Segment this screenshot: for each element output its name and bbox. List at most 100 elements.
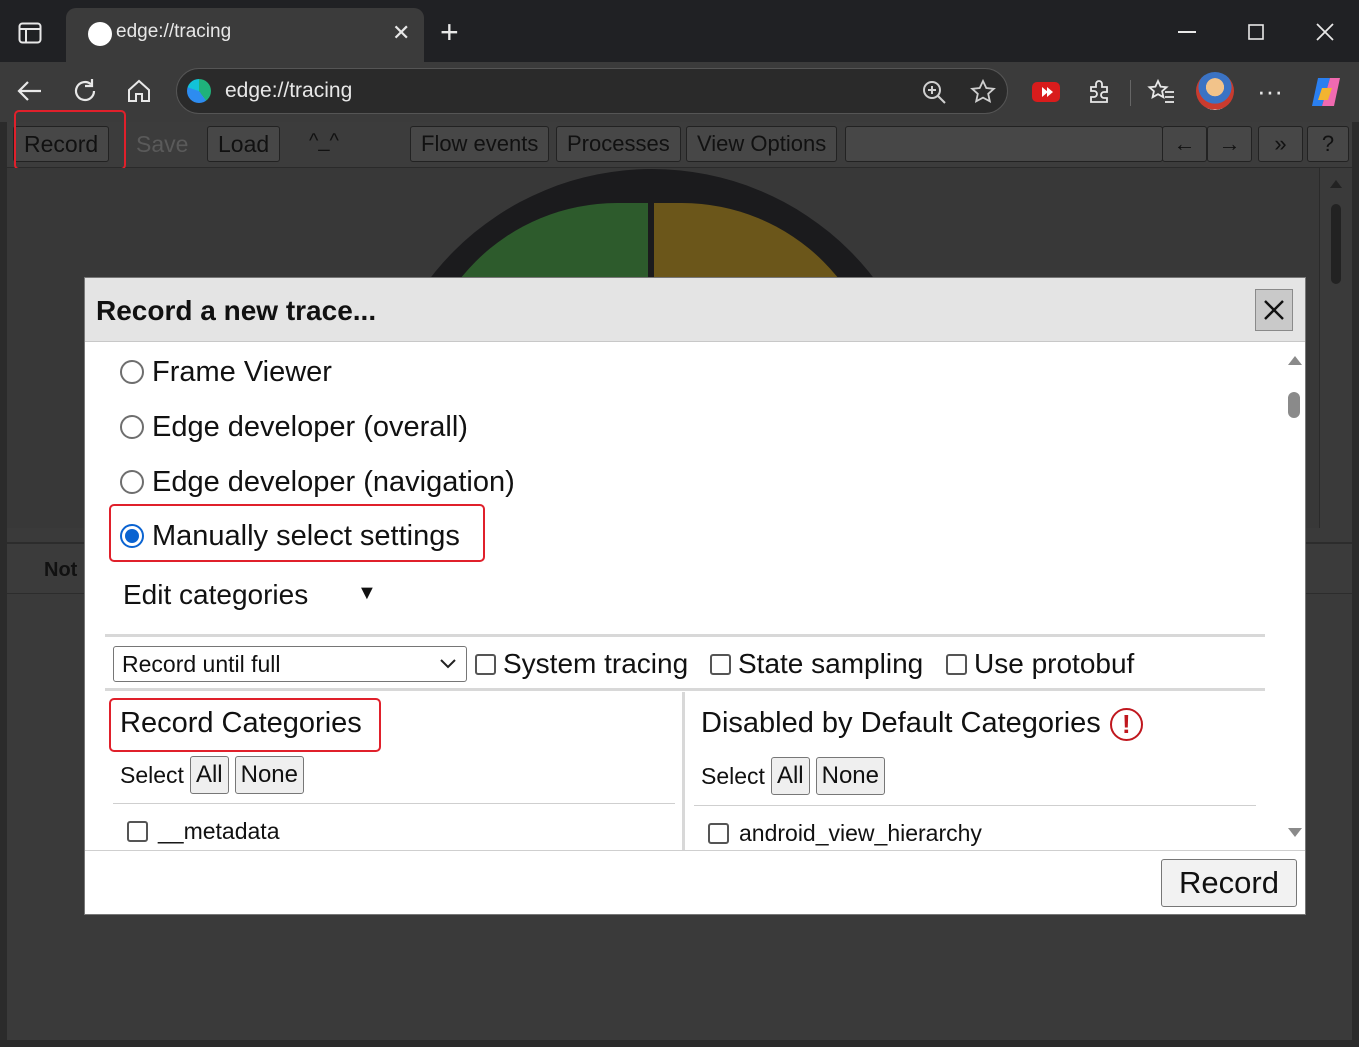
radio-edge-overall[interactable]	[120, 415, 144, 439]
address-bar[interactable]: edge://tracing	[176, 68, 1008, 114]
preset-label: Edge developer (navigation)	[152, 465, 515, 498]
extension-red-icon[interactable]	[1032, 82, 1060, 102]
state-sampling-checkbox[interactable]	[710, 653, 731, 675]
close-icon	[1264, 300, 1284, 320]
category-item[interactable]: __metadata	[127, 818, 279, 845]
maximize-icon[interactable]	[1248, 24, 1264, 40]
copilot-icon[interactable]	[1309, 76, 1343, 108]
select-none-button[interactable]: None	[815, 757, 885, 795]
record-start-button[interactable]: Record	[1161, 859, 1297, 907]
select-none-button[interactable]: None	[234, 756, 304, 794]
active-tab[interactable]: edge://tracing ✕	[66, 8, 424, 62]
load-toolbar-button[interactable]: Load	[207, 126, 281, 162]
disabled-categories-rule	[694, 805, 1256, 806]
option-label: System tracing	[503, 648, 689, 679]
highlight-manual-settings	[109, 504, 485, 562]
prev-arrow-button[interactable]: ←	[1162, 126, 1207, 162]
search-field[interactable]	[845, 126, 1163, 162]
refresh-icon[interactable]	[71, 77, 99, 105]
zoom-icon[interactable]	[921, 79, 947, 105]
radio-edge-navigation[interactable]	[120, 470, 144, 494]
help-button[interactable]: ?	[1307, 126, 1349, 162]
category-item[interactable]: android_view_hierarchy	[708, 820, 982, 847]
next-arrow-button[interactable]: →	[1207, 126, 1252, 162]
select-label: Select	[120, 761, 184, 788]
divider-middle	[105, 688, 1265, 691]
use-protobuf-option[interactable]: Use protobuf	[946, 646, 1134, 682]
title-bar: edge://tracing ✕ +	[0, 0, 1359, 62]
edge-logo-icon	[187, 79, 211, 103]
column-divider	[682, 692, 685, 850]
preset-edge-overall[interactable]: Edge developer (overall)	[120, 407, 468, 447]
option-label: State sampling	[738, 648, 924, 679]
system-tracing-option[interactable]: System tracing	[475, 646, 688, 682]
scroll-up-icon[interactable]	[1288, 356, 1302, 365]
timeline-scrollbar[interactable]	[1319, 168, 1352, 528]
minimize-icon[interactable]	[1178, 31, 1196, 33]
preset-edge-navigation[interactable]: Edge developer (navigation)	[120, 462, 515, 502]
use-protobuf-checkbox[interactable]	[946, 653, 967, 675]
sidebar-icon[interactable]	[18, 22, 42, 44]
category-label: android_view_hierarchy	[739, 820, 982, 846]
select-label: Select	[701, 762, 765, 789]
scroll-thumb[interactable]	[1288, 392, 1300, 418]
record-categories-rule	[113, 803, 675, 804]
dialog-title: Record a new trace...	[96, 295, 377, 326]
analysis-panel-label: Not	[44, 559, 78, 581]
toolbar-divider	[1130, 80, 1131, 106]
system-tracing-checkbox[interactable]	[475, 653, 496, 675]
chevron-down-icon	[440, 659, 456, 669]
dialog-header: Record a new trace...	[85, 278, 1305, 342]
more-icon[interactable]: ···	[1257, 76, 1283, 107]
select-all-button[interactable]: All	[189, 756, 229, 794]
flow-events-button[interactable]: Flow events	[410, 126, 550, 162]
highlight-record-categories	[109, 698, 381, 752]
state-sampling-option[interactable]: State sampling	[710, 646, 923, 682]
dialog-close-button[interactable]	[1255, 289, 1293, 331]
divider-top	[105, 634, 1265, 637]
preset-label: Frame Viewer	[152, 355, 332, 388]
record-mode-value: Record until full	[122, 651, 281, 677]
extensions-icon[interactable]	[1087, 78, 1113, 104]
disabled-categories-title-text: Disabled by Default Categories	[701, 707, 1101, 739]
preset-frame-viewer[interactable]: Frame Viewer	[120, 352, 332, 392]
disabled-categories-title: Disabled by Default Categories!	[701, 707, 1143, 741]
tab-title: edge://tracing	[116, 21, 232, 42]
tab-favicon-icon	[88, 22, 112, 46]
browser-toolbar: edge://tracing ···	[0, 62, 1359, 122]
tab-close-icon[interactable]: ✕	[392, 20, 410, 46]
scroll-thumb[interactable]	[1331, 204, 1341, 284]
save-toolbar-button: Save	[136, 131, 189, 157]
highlight-record-button	[14, 110, 126, 170]
preset-label: Edge developer (overall)	[152, 410, 468, 443]
back-icon[interactable]	[17, 78, 43, 104]
category-label: __metadata	[158, 818, 280, 844]
record-categories-select-row: Select All None	[120, 756, 304, 794]
scroll-down-icon[interactable]	[1288, 828, 1302, 837]
caret-label: ^_^	[309, 130, 339, 152]
home-icon[interactable]	[125, 77, 153, 105]
window-close-icon[interactable]	[1316, 23, 1334, 41]
dialog-footer: Record	[85, 850, 1305, 914]
more-options-button[interactable]: »	[1258, 126, 1303, 162]
category-checkbox[interactable]	[708, 823, 729, 844]
radio-frame-viewer[interactable]	[120, 360, 144, 384]
processes-button[interactable]: Processes	[556, 126, 681, 162]
tracing-toolbar: Record Save Load ^_^ Flow events Process…	[7, 110, 1352, 170]
record-trace-dialog: Record a new trace... Frame Viewer Edge …	[84, 277, 1306, 915]
record-mode-select[interactable]: Record until full	[113, 646, 467, 682]
category-checkbox[interactable]	[127, 821, 148, 842]
chevron-down-icon[interactable]: ▼	[357, 582, 377, 605]
select-all-button[interactable]: All	[770, 757, 810, 795]
warning-icon: !	[1109, 707, 1143, 741]
favorites-icon[interactable]	[1147, 78, 1175, 104]
edit-categories-toggle[interactable]: Edit categories	[123, 579, 308, 611]
favorite-star-icon[interactable]	[969, 78, 997, 106]
disabled-categories-select-row: Select All None	[701, 757, 885, 795]
new-tab-button[interactable]: +	[440, 14, 459, 51]
view-options-button[interactable]: View Options	[686, 126, 838, 162]
address-text[interactable]: edge://tracing	[225, 79, 352, 103]
profile-avatar-icon[interactable]	[1196, 72, 1234, 110]
scroll-up-icon[interactable]	[1330, 180, 1342, 188]
dialog-scrollbar[interactable]	[1285, 344, 1305, 850]
